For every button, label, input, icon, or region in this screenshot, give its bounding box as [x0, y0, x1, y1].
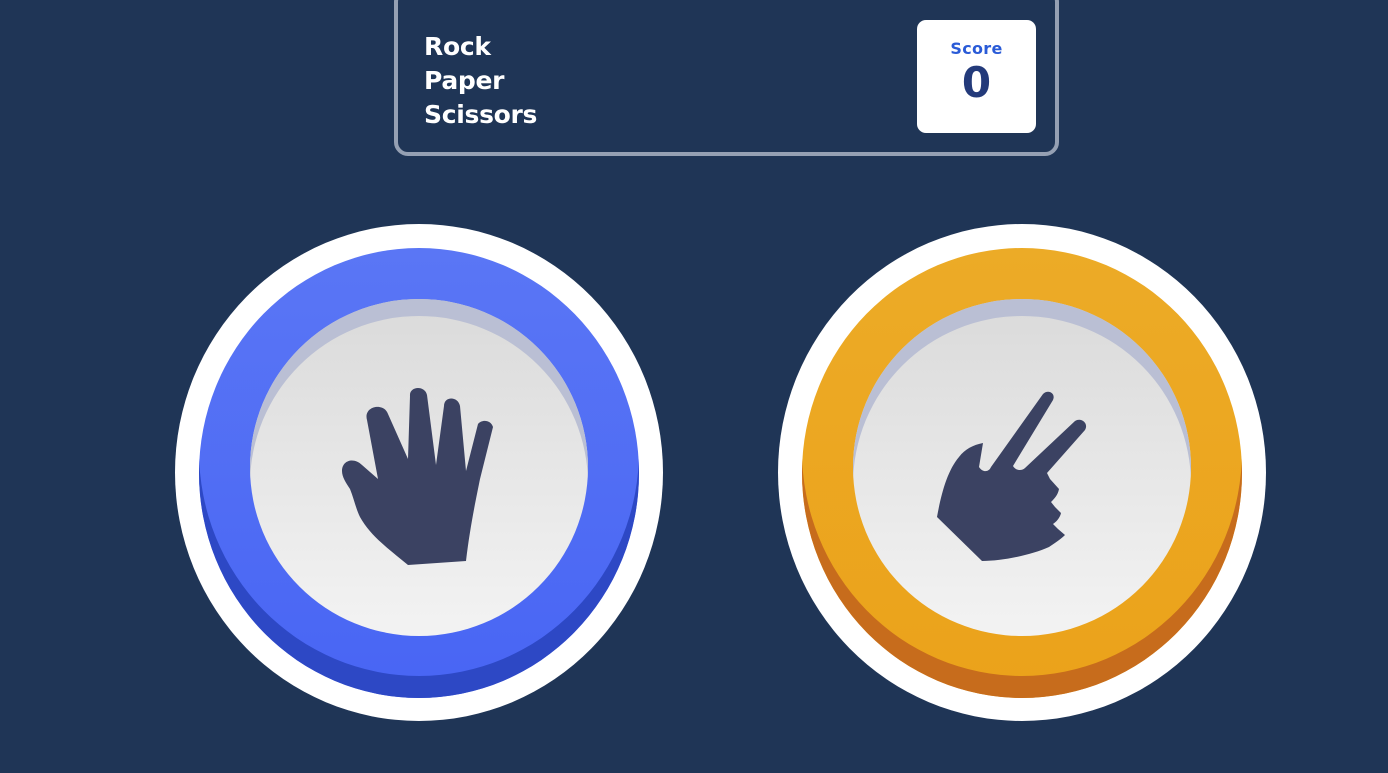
scissors-token-face [853, 299, 1191, 636]
paper-ring [199, 248, 639, 698]
scissors-choice-button[interactable] [778, 224, 1266, 721]
title-line-paper: Paper [424, 66, 505, 95]
title-line-scissors: Scissors [424, 100, 538, 129]
game-header: Rock Paper Scissors Score 0 [394, 0, 1059, 156]
paper-token-face [250, 299, 588, 636]
score-box: Score 0 [917, 20, 1036, 133]
scissors-ring [802, 248, 1242, 698]
paper-hand-icon [342, 387, 493, 565]
score-label: Score [950, 39, 1003, 58]
game-title: Rock Paper Scissors [424, 30, 537, 132]
scissors-hand-icon [937, 391, 1087, 561]
score-value: 0 [961, 58, 992, 107]
title-line-rock: Rock [424, 32, 491, 61]
paper-choice-button[interactable] [175, 224, 663, 721]
